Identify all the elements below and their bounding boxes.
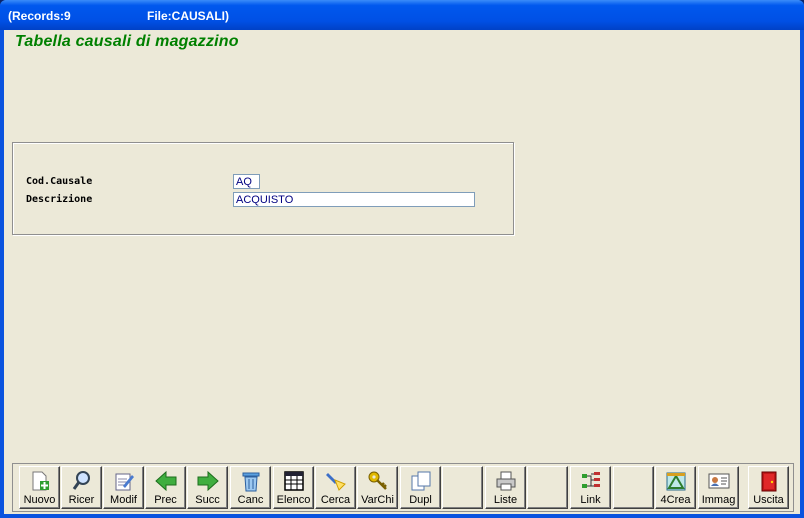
prec-button[interactable]: Prec: [145, 466, 186, 509]
title-bar: (Records:9 File:CAUSALI): [0, 0, 804, 30]
edit-document-icon: [115, 473, 134, 491]
duplicate-icon: [411, 471, 431, 491]
canc-button[interactable]: Canc: [230, 466, 271, 509]
empty-button-1[interactable]: [442, 466, 483, 509]
records-count: (Records:9: [8, 9, 71, 23]
arrow-left-icon: [155, 470, 177, 492]
cod-causale-label: Cod.Causale: [26, 176, 93, 187]
link-tree-icon: [582, 472, 600, 488]
magnifier-icon: [72, 471, 90, 490]
descrizione-label: Descrizione: [26, 194, 93, 205]
table-list-icon: [284, 471, 304, 491]
crea-button[interactable]: 4Crea: [655, 466, 696, 509]
arrow-right-icon: [197, 470, 219, 492]
keys-icon: [368, 471, 387, 490]
uscita-button[interactable]: Uscita: [748, 466, 789, 509]
succ-button[interactable]: Succ: [187, 466, 228, 509]
design-tool-icon: [666, 472, 686, 491]
page-title: Tabella causali di magazzino: [15, 33, 239, 50]
empty-button-2[interactable]: [527, 466, 568, 509]
new-document-icon: [32, 471, 49, 491]
app-window: (Records:9 File:CAUSALI) Tabella causali…: [0, 0, 804, 518]
nuovo-button[interactable]: Nuovo: [19, 466, 60, 509]
flashlight-icon: [326, 473, 346, 491]
exit-door-icon: [761, 471, 777, 492]
liste-button[interactable]: Liste: [485, 466, 526, 509]
id-card-icon: [708, 473, 730, 489]
dupl-button[interactable]: Dupl: [400, 466, 441, 509]
modif-button[interactable]: Modif: [103, 466, 144, 509]
ricer-button[interactable]: Ricer: [61, 466, 102, 509]
cerca-button[interactable]: Cerca: [315, 466, 356, 509]
cod-causale-field[interactable]: AQ: [233, 174, 260, 189]
file-name: File:CAUSALI): [147, 9, 229, 23]
trash-icon: [242, 472, 260, 492]
elenco-button[interactable]: Elenco: [273, 466, 314, 509]
toolbar: Nuovo Ricer Modif Prec Succ Canc Elenco …: [12, 463, 794, 512]
printer-icon: [496, 471, 516, 491]
link-button[interactable]: Link: [570, 466, 611, 509]
form-group: Cod.Causale AQ Descrizione ACQUISTO: [12, 142, 514, 235]
descrizione-field[interactable]: ACQUISTO: [233, 192, 475, 207]
empty-button-3[interactable]: [613, 466, 654, 509]
varchi-button[interactable]: VarChi: [357, 466, 398, 509]
immag-button[interactable]: Immag: [698, 466, 739, 509]
